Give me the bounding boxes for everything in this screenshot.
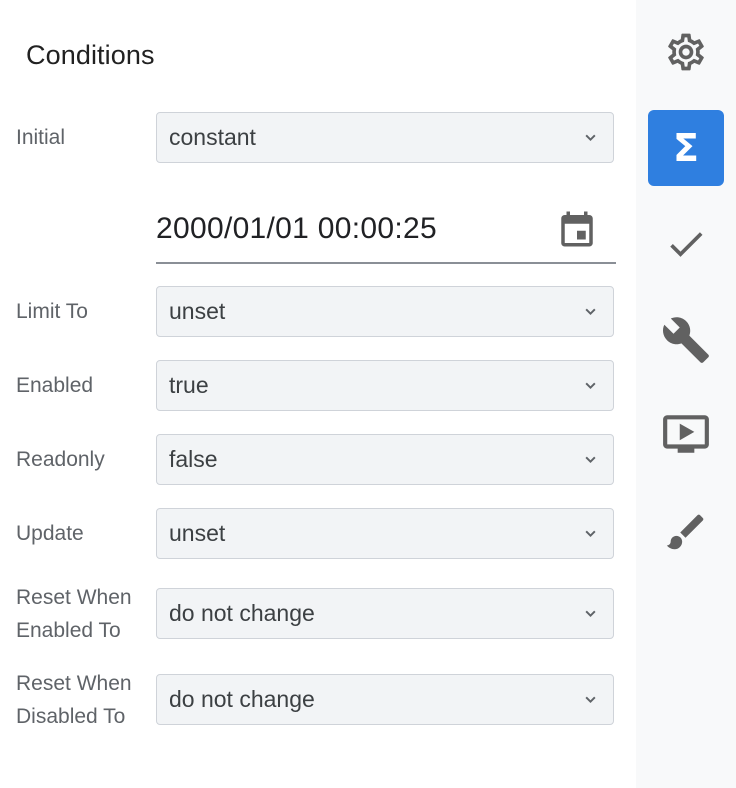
chevron-down-icon	[585, 308, 596, 316]
update-select[interactable]: unset	[156, 508, 614, 559]
enabled-label: Enabled	[16, 374, 94, 397]
chevron-down-icon	[585, 610, 596, 618]
limit-to-select[interactable]: unset	[156, 286, 614, 337]
conditions-panel: Conditions Initial constant 2000/01/01 0…	[0, 0, 636, 788]
reset-when-enabled-label-line1: Reset When	[16, 586, 132, 609]
datetime-value: 2000/01/01 00:00:25	[156, 212, 437, 245]
validation-tab[interactable]	[648, 206, 724, 282]
update-select-value: unset	[169, 520, 226, 546]
style-tab[interactable]	[648, 494, 724, 570]
initial-label: Initial	[16, 126, 66, 149]
limit-to-select-value: unset	[169, 298, 226, 324]
brush-icon	[666, 514, 704, 550]
reset-when-enabled-label: Reset When Enabled To	[16, 581, 132, 647]
chevron-down-icon	[585, 530, 596, 538]
calendar-icon[interactable]	[556, 208, 598, 250]
reset-when-enabled-select[interactable]: do not change	[156, 588, 614, 639]
conditions-tab[interactable]: Σ	[648, 110, 724, 186]
reset-when-enabled-select-value: do not change	[169, 600, 315, 626]
check-icon	[670, 232, 703, 257]
initial-select[interactable]: constant	[156, 112, 614, 163]
enabled-select[interactable]: true	[156, 360, 614, 411]
chevron-down-icon	[585, 382, 596, 390]
reset-when-enabled-label-line2: Enabled To	[16, 619, 121, 642]
settings-tab[interactable]	[648, 14, 724, 90]
wrench-icon	[662, 317, 709, 363]
reset-when-disabled-label-line2: Disabled To	[16, 705, 126, 728]
reset-when-disabled-label-line1: Reset When	[16, 672, 132, 695]
presentation-icon	[663, 415, 709, 453]
side-rail: Σ	[636, 0, 736, 788]
update-label: Update	[16, 522, 84, 545]
reset-when-disabled-select[interactable]: do not change	[156, 674, 614, 725]
chevron-down-icon	[585, 456, 596, 464]
chevron-down-icon	[585, 696, 596, 704]
panel-title: Conditions	[26, 40, 155, 70]
initial-select-value: constant	[169, 124, 256, 150]
readonly-select-value: false	[169, 446, 218, 472]
reset-when-disabled-label: Reset When Disabled To	[16, 667, 132, 733]
chevron-down-icon	[585, 134, 596, 142]
datetime-field[interactable]: 2000/01/01 00:00:25	[156, 200, 616, 264]
gear-icon	[668, 33, 704, 71]
enabled-select-value: true	[169, 372, 209, 398]
reset-when-disabled-select-value: do not change	[169, 686, 315, 712]
tools-tab[interactable]	[648, 302, 724, 378]
limit-to-label: Limit To	[16, 300, 88, 323]
readonly-select[interactable]: false	[156, 434, 614, 485]
readonly-label: Readonly	[16, 448, 105, 471]
preview-tab[interactable]	[648, 396, 724, 472]
sigma-icon: Σ	[673, 126, 699, 170]
